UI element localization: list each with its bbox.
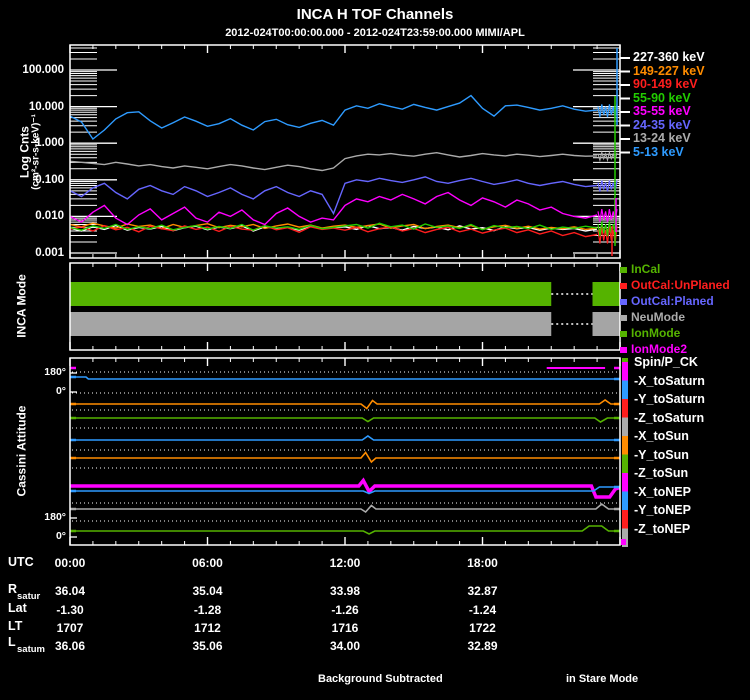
- row-label-Lat: Lat: [8, 601, 27, 615]
- utc-tick-0000: 00:00: [54, 556, 86, 570]
- ytick-label-5: 0.001: [35, 247, 64, 259]
- ytick-label-1: 10.000: [28, 100, 64, 113]
- legend-attitude--Y-toNEP: -Y_toNEP: [634, 503, 691, 517]
- table-value-r0-c3: 32.87: [467, 584, 498, 598]
- legend-tof-55-90-keV: 55-90 keV: [633, 90, 691, 105]
- ytick-label-3: 0.100: [35, 173, 64, 186]
- legend-attitude--Z-toNEP: -Z_toNEP: [634, 521, 691, 536]
- table-value-r0-c0: 36.04: [54, 584, 86, 598]
- legend-attitude--Y-toSun: -Y_toSun: [634, 447, 689, 462]
- attitude-ytick-1: 0°: [55, 385, 66, 397]
- ytick-label-4: 0.010: [35, 210, 64, 223]
- legend-mode-IonMode: IonMode: [631, 326, 681, 340]
- table-value-r2-c2: 1716: [331, 621, 359, 635]
- legend-mode-OutCal-UnPlaned: OutCal:UnPlaned: [631, 278, 730, 292]
- table-value-r3-c3: 32.89: [467, 639, 498, 653]
- table-value-r3-c2: 34.00: [329, 639, 361, 653]
- legend-tof-90-149-keV: 90-149 keV: [633, 77, 698, 91]
- legend-attitude--Z-toSaturn: -Z_toSaturn: [634, 410, 705, 425]
- attitude-panel-label: Cassini Attitude: [14, 405, 29, 497]
- table-value-r1-c3: -1.24: [468, 603, 497, 617]
- ytick-label-2: 1.000: [35, 137, 64, 150]
- legend-attitude--X-toNEP: -X_toNEP: [634, 484, 691, 499]
- legend-attitude--X-toSun: -X_toSun: [634, 429, 689, 443]
- attitude-ytick-0: 180°: [44, 366, 66, 378]
- footer-background-subtracted: Background Subtracted: [318, 673, 443, 685]
- row-label-L: L: [8, 635, 16, 649]
- utc-tick-1800: 18:00: [467, 556, 498, 570]
- table-value-r1-c1: -1.28: [193, 603, 222, 617]
- page-title: INCA H TOF Channels: [296, 6, 454, 23]
- ytick-label-0: 100.000: [22, 64, 64, 76]
- legend-tof-149-227-keV: 149-227 keV: [633, 63, 705, 78]
- table-value-r2-c3: 1722: [469, 621, 496, 635]
- legend-mode-OutCal-Planed: OutCal:Planed: [631, 294, 714, 308]
- table-value-r3-c1: 35.06: [192, 639, 223, 653]
- table-value-r1-c0: -1.30: [56, 603, 84, 617]
- legend-mode-IonMode2: IonMode2: [631, 342, 687, 356]
- table-value-r0-c2: 33.98: [329, 584, 361, 598]
- legend-tof-13-24-keV: 13-24 keV: [633, 131, 691, 145]
- attitude-ytick-3: 0°: [55, 530, 66, 542]
- row-label-R: R: [8, 582, 18, 596]
- time-range-subtitle: 2012-024T00:00:00.000 - 2012-024T23:59:0…: [225, 27, 525, 39]
- row-label-LT: LT: [8, 619, 23, 633]
- legend-mode-InCal: InCal: [631, 262, 661, 276]
- utc-tick-1200: 12:00: [329, 556, 361, 570]
- legend-attitude--Z-toSun: -Z_toSun: [634, 466, 689, 480]
- footer-stare-mode: in Stare Mode: [566, 673, 639, 685]
- legend-tof-24-35-keV: 24-35 keV: [633, 117, 691, 132]
- utc-tick-0600: 06:00: [192, 556, 223, 570]
- table-value-r0-c1: 35.04: [192, 584, 223, 598]
- inca-tof-plot-window: { "title": "INCA H TOF Channels", "subti…: [0, 0, 750, 700]
- legend-tof-5-13-keV: 5-13 keV: [633, 144, 684, 159]
- legend-attitude--Y-toSaturn: -Y_toSaturn: [634, 392, 705, 406]
- legend-tof-35-55-keV: 35-55 keV: [633, 104, 691, 118]
- legend-mode-NeuMode: NeuMode: [631, 310, 685, 324]
- table-value-r2-c1: 1712: [194, 621, 221, 635]
- legend-attitude-Spin-P-CK: Spin/P_CK: [634, 355, 698, 369]
- legend-tof-227-360-keV: 227-360 keV: [633, 50, 705, 64]
- table-value-r3-c0: 36.06: [54, 639, 86, 653]
- mode-panel-label: INCA Mode: [14, 274, 29, 338]
- legend-attitude--X-toSaturn: -X_toSaturn: [634, 373, 705, 388]
- table-value-r2-c0: 1707: [56, 621, 84, 635]
- attitude-ytick-2: 180°: [44, 511, 66, 523]
- table-value-r1-c2: -1.26: [331, 603, 359, 617]
